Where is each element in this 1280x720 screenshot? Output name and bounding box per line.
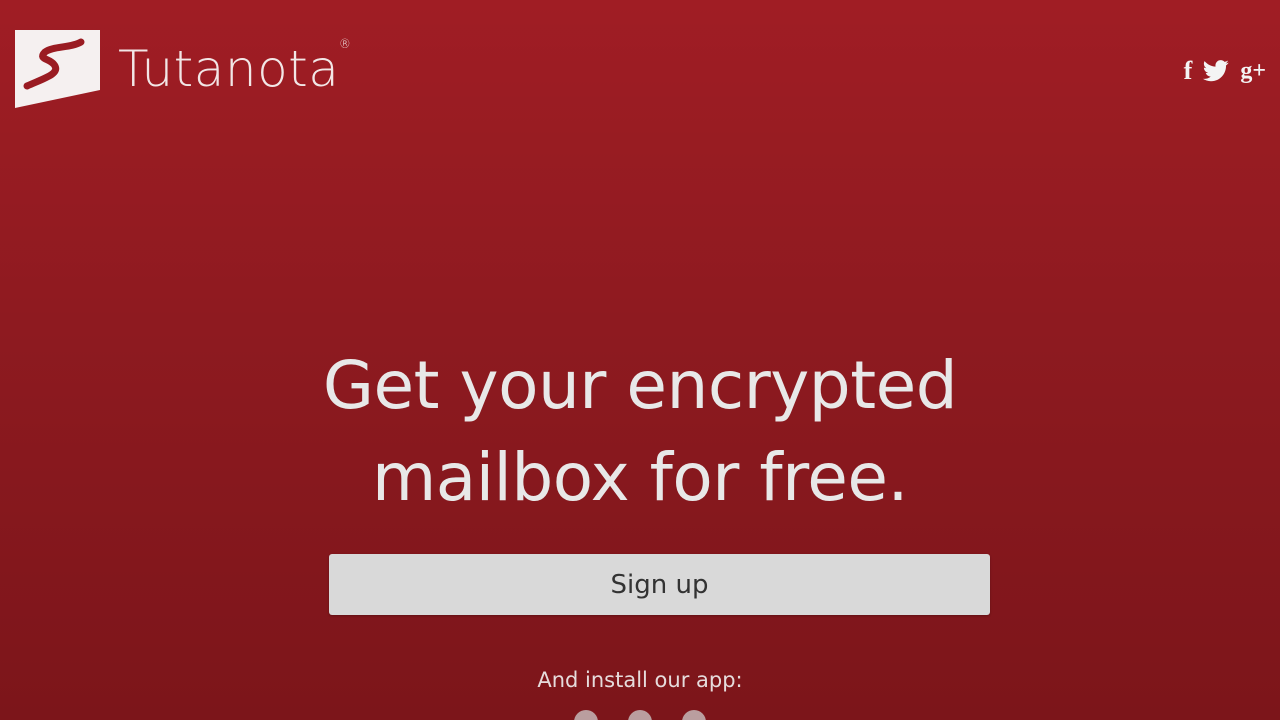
headline-line-2: mailbox for free. [371,439,909,516]
headline-line-1: Get your encrypted [322,347,958,424]
registered-mark: ® [338,37,352,51]
signup-button[interactable]: Sign up [329,554,990,615]
brand-name-text: Tutanota [118,40,340,98]
social-links: f g+ [1184,58,1266,84]
google-play-icon[interactable] [628,710,652,720]
hero-section: Get your encrypted mailbox for free. [0,340,1280,524]
app-store-links [0,710,1280,720]
app-store-icon[interactable] [574,710,598,720]
twitter-icon[interactable] [1202,60,1230,82]
install-app-text: And install our app: [537,668,743,692]
brand-logo[interactable]: Tutanota ® [15,30,351,108]
google-plus-icon[interactable]: g+ [1240,59,1266,83]
facebook-icon[interactable]: f [1184,58,1193,84]
brand-name: Tutanota ® [118,38,351,94]
tutanota-logo-icon [15,30,100,108]
hero-headline: Get your encrypted mailbox for free. [0,340,1280,524]
windows-store-icon[interactable] [682,710,706,720]
